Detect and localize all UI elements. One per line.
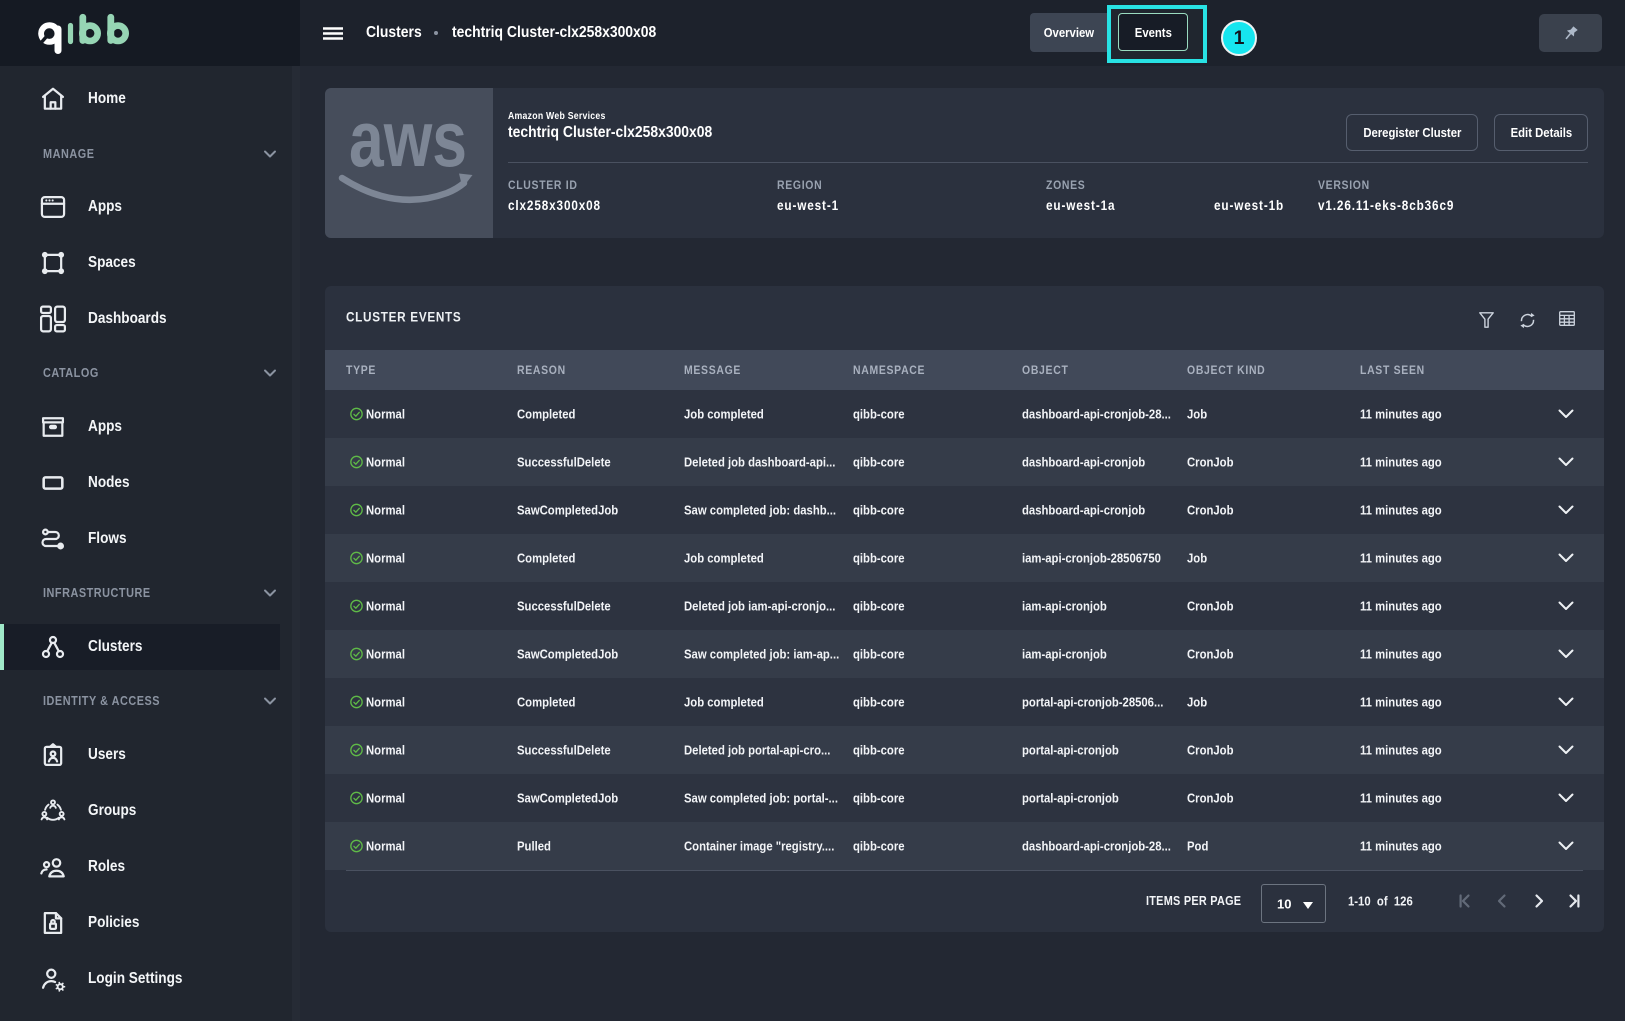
svg-text:aws: aws bbox=[349, 94, 467, 183]
